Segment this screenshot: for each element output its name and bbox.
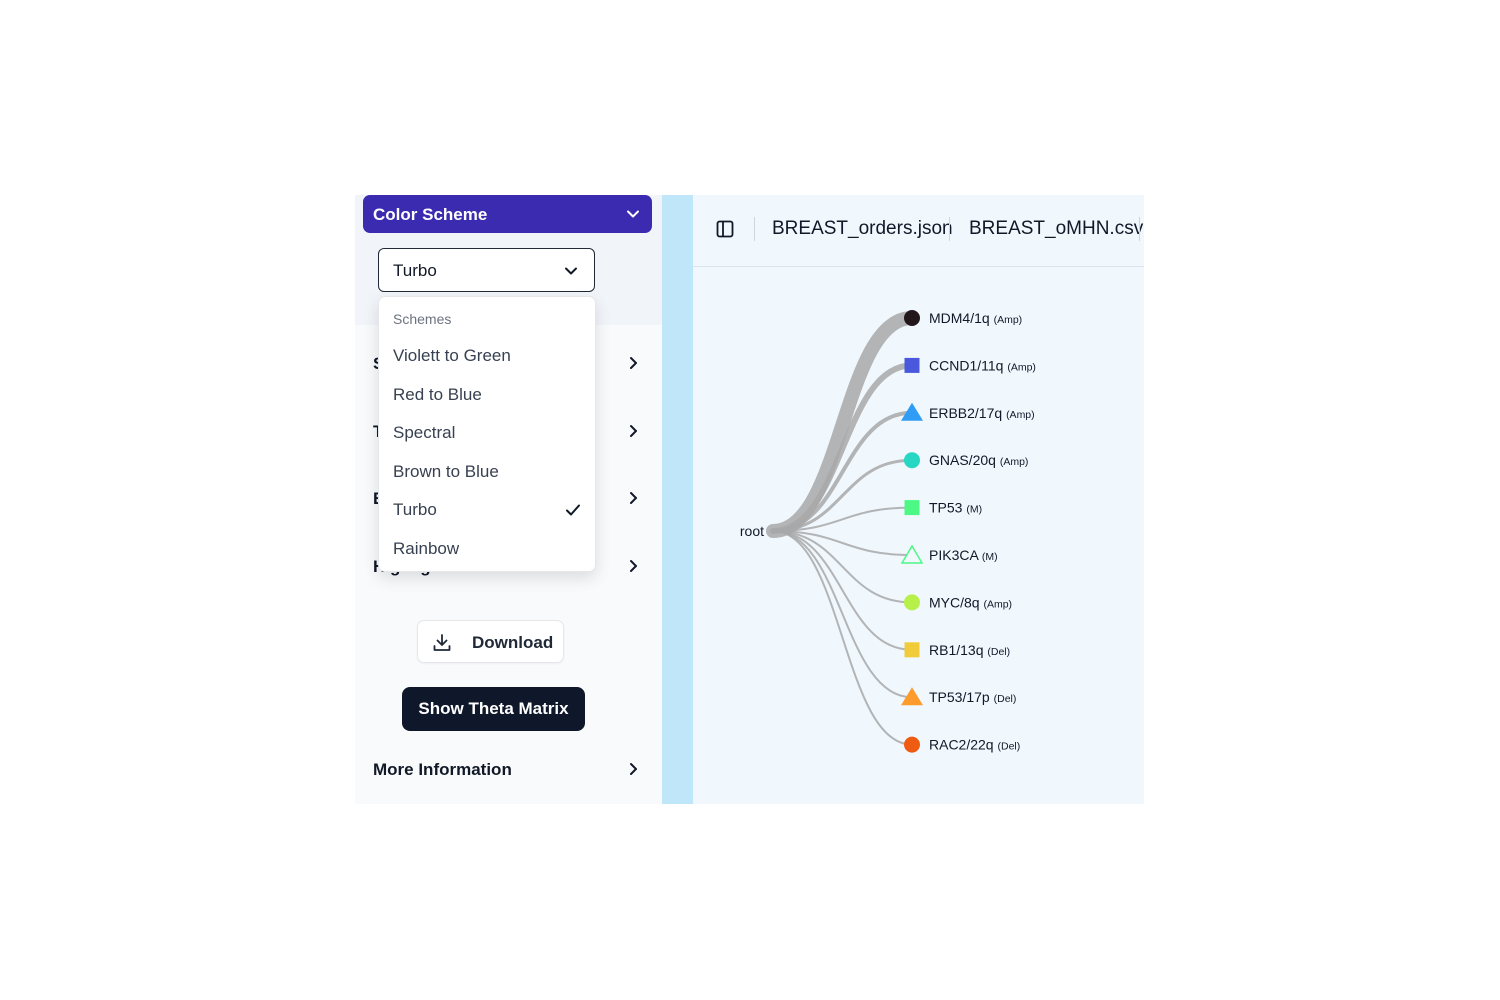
color-scheme-accordion-header[interactable]: Color Scheme xyxy=(363,195,652,233)
tree-node-marker[interactable] xyxy=(904,594,920,611)
scheme-option[interactable]: Brown to Blue xyxy=(379,454,595,490)
scheme-option-label: Brown to Blue xyxy=(393,462,499,481)
dropdown-group-label: Schemes xyxy=(393,311,452,327)
tree-edge xyxy=(770,362,915,534)
scheme-option-selected[interactable]: Turbo xyxy=(379,492,595,528)
download-label: Download xyxy=(472,633,554,652)
scheme-option-label: Spectral xyxy=(393,423,456,442)
show-theta-matrix-button[interactable]: Show Theta Matrix xyxy=(402,687,585,731)
chevron-right-icon xyxy=(626,356,640,375)
tree-node-label: GNAS/20q (Amp) xyxy=(929,452,1028,468)
tree-edge xyxy=(772,530,913,651)
theta-button-label: Show Theta Matrix xyxy=(418,699,569,718)
tree-node-label: MDM4/1q (Amp) xyxy=(929,310,1022,326)
chevron-down-icon xyxy=(564,264,578,283)
color-scheme-dropdown: Schemes Violett to Green Red to Blue Spe… xyxy=(378,296,596,572)
tree-node-marker[interactable] xyxy=(904,500,920,516)
accordion-label: More Information xyxy=(373,760,512,779)
tree-node-label: MYC/8q (Amp) xyxy=(929,594,1012,610)
tree-edge xyxy=(766,311,919,538)
tree-node-marker[interactable] xyxy=(904,452,920,469)
chevron-right-icon xyxy=(626,559,640,578)
download-button[interactable]: Download xyxy=(417,620,564,663)
scheme-option-label: Red to Blue xyxy=(393,385,482,404)
tree-node-marker[interactable] xyxy=(904,310,920,326)
tree-node-label: PIK3CA (M) xyxy=(929,547,998,563)
scheme-option[interactable]: Rainbow xyxy=(379,531,595,567)
tree-node-label: TP53/17p (Del) xyxy=(929,689,1016,705)
chevron-right-icon xyxy=(626,491,640,510)
scheme-option-label: Violett to Green xyxy=(393,346,511,365)
tree-edge xyxy=(772,530,913,699)
tree-node-label: RAC2/22q (Del) xyxy=(929,737,1020,753)
scheme-option[interactable]: Red to Blue xyxy=(379,377,595,413)
panel-resize-handle[interactable] xyxy=(662,195,693,804)
chevron-right-icon xyxy=(626,424,640,443)
chevron-right-icon xyxy=(626,762,640,781)
tree-node-label: RB1/13q (Del) xyxy=(929,642,1010,658)
chevron-down-icon xyxy=(626,207,640,226)
color-scheme-title: Color Scheme xyxy=(373,205,488,224)
tree-node-marker[interactable] xyxy=(904,357,920,373)
tree-node-label: CCND1/11q (Amp) xyxy=(929,357,1036,373)
color-scheme-select[interactable]: Turbo xyxy=(378,248,595,292)
tree-node-marker[interactable] xyxy=(904,736,920,753)
main-panel: BREAST_orders.json BREAST_oMHN.csv root … xyxy=(693,195,1144,804)
tree-root-label: root xyxy=(740,523,764,539)
selected-scheme-value: Turbo xyxy=(393,261,437,280)
tree-node-label: ERBB2/17q (Amp) xyxy=(929,405,1035,421)
scheme-option[interactable]: Violett to Green xyxy=(379,338,595,374)
download-icon xyxy=(432,633,452,658)
scheme-option[interactable]: Spectral xyxy=(379,415,595,451)
accordion-row-more-information[interactable]: More Information xyxy=(355,752,662,788)
tree-edge xyxy=(772,530,913,746)
check-icon xyxy=(565,502,581,523)
scheme-option-label: Turbo xyxy=(393,500,437,519)
tree-node-label: TP53 (M) xyxy=(929,500,982,516)
tree-node-marker[interactable] xyxy=(904,642,920,658)
scheme-option-label: Rainbow xyxy=(393,539,460,558)
mutation-tree: root MDM4/1q (Amp) CCND1/11q (Amp) ERBB2/1… xyxy=(740,310,1036,753)
